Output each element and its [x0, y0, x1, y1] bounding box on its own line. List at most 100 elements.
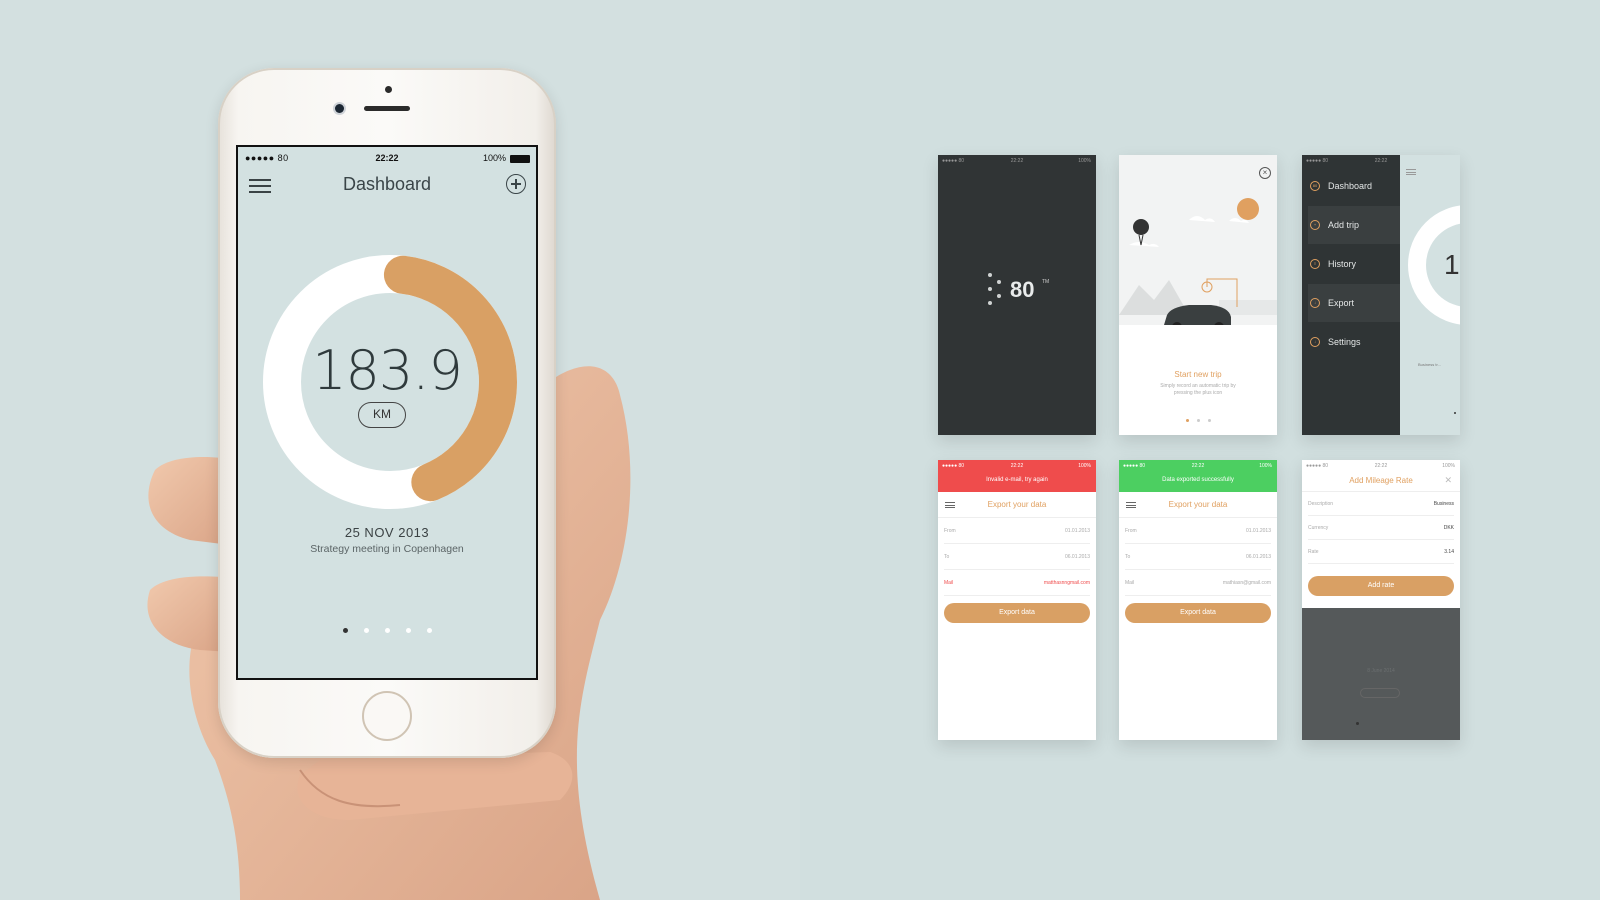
- start-trip-link[interactable]: Start new trip: [1119, 370, 1277, 379]
- unit-badge[interactable]: KM: [358, 402, 406, 428]
- distance-value: 183.9: [312, 339, 463, 402]
- currency-field[interactable]: Currency DKK: [1308, 516, 1454, 540]
- currency-label: Currency: [1308, 525, 1329, 531]
- from-field[interactable]: From 01.01.2013: [944, 518, 1090, 544]
- from-field[interactable]: From 01.01.2013: [1125, 518, 1271, 544]
- add-trip-plus-icon[interactable]: [506, 174, 526, 194]
- battery-percent: 100%: [482, 153, 506, 163]
- error-message: Invalid e-mail, try again: [986, 477, 1048, 483]
- mini-status-bar: ●●●●● 80 22:22 100%: [1119, 463, 1277, 471]
- close-icon[interactable]: ×: [1259, 167, 1271, 179]
- mileage-rate-screen: ●●●●● 80 22:22 100% Add Mileage Rate ✕ D…: [1302, 460, 1460, 740]
- onboarding-illustration: [1119, 155, 1277, 332]
- mini-battery: 100%: [1078, 463, 1091, 469]
- mail-field[interactable]: Mail matthasnngmail.com: [944, 570, 1090, 596]
- mail-value: matthasnngmail.com: [1043, 580, 1090, 586]
- description-field[interactable]: Description Business: [1308, 492, 1454, 516]
- dashboard-peek[interactable]: 18 Business tr...: [1400, 155, 1460, 435]
- rate-label: Rate: [1308, 549, 1319, 555]
- mini-time: 22:22: [1374, 463, 1388, 469]
- success-banner: ●●●●● 80 22:22 100% Data exported succes…: [1119, 460, 1277, 492]
- mileage-header: Add Mileage Rate ✕: [1302, 470, 1460, 492]
- page-title: Dashboard: [342, 174, 432, 194]
- phone-front-camera: [335, 104, 344, 113]
- export-data-button[interactable]: Export data: [944, 603, 1090, 623]
- trip-date: 25 NOV 2013: [344, 525, 430, 540]
- description-label: Description: [1308, 501, 1334, 507]
- hamburger-menu-icon[interactable]: [1406, 169, 1416, 175]
- history-icon: ≡: [1310, 259, 1320, 269]
- mini-status-bar: ●●●●● 80 22:22 100%: [938, 158, 1096, 166]
- currency-value: DKK: [1443, 525, 1454, 531]
- trip-description: Strategy meeting in Copenhagen: [310, 543, 464, 555]
- mini-battery: 100%: [1078, 158, 1091, 164]
- menu-item-label: Export: [1328, 298, 1355, 308]
- splash-screen: ●●●●● 80 22:22 100% 80 TM: [938, 155, 1096, 435]
- to-field[interactable]: To 06.01.2013: [1125, 544, 1271, 570]
- menu-item-label: Dashboard: [1328, 181, 1373, 191]
- mail-label: Mail: [944, 580, 954, 586]
- peek-distance: 18: [1444, 249, 1460, 280]
- add-rate-button[interactable]: Add rate: [1308, 576, 1454, 596]
- menu-item-label: Add trip: [1328, 220, 1360, 230]
- mini-battery: 100%: [1259, 463, 1272, 469]
- rate-field[interactable]: Rate 3.14: [1308, 540, 1454, 564]
- mini-time: 22:22: [1010, 463, 1024, 469]
- logo-trademark: TM: [1042, 279, 1050, 285]
- from-value: 01.01.2013: [1245, 528, 1271, 534]
- menu-item-settings[interactable]: ↓ Settings: [1308, 323, 1400, 361]
- behind-page-dot: [1356, 722, 1359, 725]
- menu-item-add-trip[interactable]: + Add trip: [1308, 206, 1400, 244]
- description-value: Business: [1433, 501, 1454, 507]
- right-background: [800, 0, 1600, 900]
- close-icon[interactable]: ✕: [1444, 475, 1452, 486]
- mini-status-bar: ●●●●● 80 22:22 100%: [938, 463, 1096, 471]
- mini-time: 22:22: [1010, 158, 1024, 164]
- settings-icon: ↓: [1310, 337, 1320, 347]
- export-title: Export your data: [987, 500, 1047, 509]
- export-header: Export your data: [1119, 492, 1277, 518]
- dashboard-screen: ●●●●● 80 22:22 100% Dashboard 183.9 KM 2…: [236, 145, 538, 680]
- to-value: 06.01.2013: [1064, 554, 1090, 560]
- onboarding-screen: × Start new trip Simply record an automa…: [1119, 155, 1277, 435]
- page-dot[interactable]: [405, 628, 411, 633]
- from-label: From: [1125, 528, 1137, 534]
- menu-item-export[interactable]: ↓ Export: [1308, 284, 1400, 322]
- side-menu-screen: ●●●●● 80 22:22 100% 18 Business tr... 80…: [1302, 155, 1460, 435]
- page-indicator[interactable]: [238, 620, 536, 638]
- export-data-button[interactable]: Export data: [1125, 603, 1271, 623]
- status-bar: ●●●●● 80 22:22 100%: [238, 153, 536, 167]
- phone-camera: [385, 86, 392, 93]
- behind-unit-badge: [1360, 688, 1400, 698]
- mail-field[interactable]: Mail mathiasn@gmail.com: [1125, 570, 1271, 596]
- dimmed-background[interactable]: 8 June 2014: [1302, 608, 1460, 740]
- car-scene-illustration: [1119, 198, 1277, 332]
- mail-value: mathiasn@gmail.com: [1222, 580, 1271, 586]
- menu-item-label: History: [1328, 259, 1357, 269]
- page-dot[interactable]: [426, 628, 432, 633]
- menu-item-dashboard[interactable]: 80 Dashboard: [1308, 167, 1400, 205]
- page-dot[interactable]: [363, 628, 369, 633]
- mail-label: Mail: [1125, 580, 1135, 586]
- error-banner: ●●●●● 80 22:22 100% Invalid e-mail, try …: [938, 460, 1096, 492]
- export-icon: ↓: [1310, 298, 1320, 308]
- export-error-screen: ●●●●● 80 22:22 100% Invalid e-mail, try …: [938, 460, 1096, 740]
- dashboard-icon: 80: [1310, 181, 1320, 191]
- to-field[interactable]: To 06.01.2013: [944, 544, 1090, 570]
- page-dot[interactable]: [384, 628, 390, 633]
- logo-text: 80: [1010, 277, 1035, 302]
- page-dot[interactable]: [342, 628, 348, 633]
- battery-icon: [510, 155, 530, 163]
- to-label: To: [944, 554, 950, 560]
- phone-speaker: [364, 106, 410, 111]
- export-header: Export your data: [938, 492, 1096, 518]
- onboarding-page-indicator[interactable]: [1119, 409, 1277, 427]
- mileage-title: Add Mileage Rate: [1349, 476, 1413, 485]
- menu-item-history[interactable]: ≡ History: [1308, 245, 1400, 283]
- export-success-screen: ●●●●● 80 22:22 100% Data exported succes…: [1119, 460, 1277, 740]
- to-label: To: [1125, 554, 1131, 560]
- rate-value: 3.14: [1444, 549, 1454, 555]
- from-value: 01.01.2013: [1064, 528, 1090, 534]
- home-button[interactable]: [362, 691, 412, 741]
- to-value: 06.01.2013: [1245, 554, 1271, 560]
